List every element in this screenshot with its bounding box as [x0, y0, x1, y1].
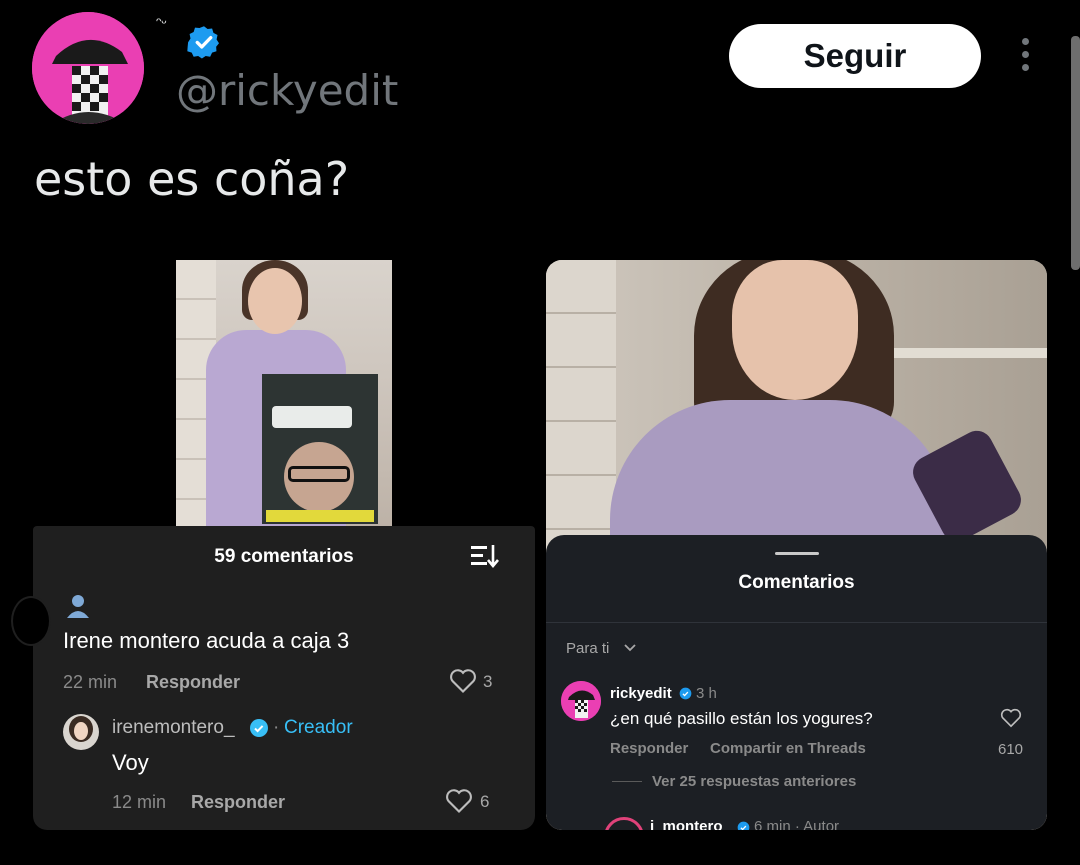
- like-count: 6: [480, 792, 490, 811]
- author-avatar[interactable]: [32, 12, 144, 124]
- verified-badge-icon: [679, 687, 692, 700]
- author-display-name[interactable]: ᵔᵕ: [156, 14, 167, 30]
- share-threads-button[interactable]: Compartir en Threads: [710, 740, 866, 757]
- comment-username[interactable]: irenemontero_: [112, 717, 235, 739]
- media-right-image[interactable]: Comentarios Para ti rickyedit 3 h ¿en qu…: [546, 260, 1047, 830]
- thread-line: [612, 781, 642, 782]
- comment-time: 22 min: [63, 672, 118, 692]
- sort-dropdown[interactable]: Para ti: [566, 640, 609, 657]
- comment-username[interactable]: rickyedit: [610, 685, 672, 702]
- comment-text: Voy: [112, 750, 149, 775]
- heart-icon[interactable]: [449, 668, 477, 694]
- reply-button[interactable]: Responder: [146, 672, 240, 693]
- like-count: 610: [998, 741, 1024, 758]
- comment-text: ¿en qué pasillo están los yogures?: [610, 709, 873, 728]
- verified-badge-icon: [187, 26, 219, 59]
- more-options-icon[interactable]: [1012, 38, 1038, 76]
- chevron-down-icon[interactable]: [623, 642, 637, 654]
- author-handle[interactable]: @rickyedit: [176, 66, 398, 115]
- creator-tag: Creador: [284, 717, 353, 738]
- avatar[interactable]: [561, 681, 601, 721]
- comments-panel-left: 59 comentarios Irene montero acuda a caj…: [11, 526, 535, 830]
- verified-badge-icon: [250, 719, 268, 737]
- anonymous-user-icon: [67, 595, 89, 618]
- view-previous-replies-button[interactable]: Ver 25 respuestas anteriores: [652, 773, 856, 790]
- avatar[interactable]: [63, 714, 99, 750]
- reply-button[interactable]: Responder: [191, 792, 285, 813]
- comment-meta: 6 min · Autor: [754, 818, 840, 830]
- comments-count-title: 59 comentarios: [214, 546, 354, 567]
- avatar[interactable]: [604, 817, 644, 830]
- video-frame-photo: [546, 260, 1047, 570]
- comment-text: Irene montero acuda a caja 3: [63, 628, 350, 653]
- heart-icon[interactable]: [1000, 708, 1022, 728]
- comment-username[interactable]: i_montero: [650, 818, 723, 830]
- reply-button[interactable]: Responder: [610, 740, 688, 757]
- sort-icon[interactable]: [469, 542, 499, 570]
- follow-button[interactable]: Seguir: [729, 24, 981, 88]
- scrollbar[interactable]: [1071, 36, 1080, 270]
- drag-handle[interactable]: [775, 552, 819, 555]
- comment-time: 3 h: [696, 685, 717, 702]
- comments-panel-right: Comentarios Para ti rickyedit 3 h ¿en qu…: [546, 535, 1047, 830]
- inset-video-photo: [262, 374, 378, 524]
- tweet-text: esto es coña?: [34, 152, 350, 206]
- like-count: 3: [483, 672, 493, 691]
- video-frame-photo: [176, 260, 392, 528]
- verified-badge-icon: [737, 821, 750, 830]
- comment-time: 12 min: [112, 792, 167, 812]
- divider: [546, 622, 1047, 623]
- media-left-image[interactable]: 59 comentarios Irene montero acuda a caj…: [11, 260, 535, 830]
- separator-dot: ·: [273, 717, 280, 738]
- comments-title: Comentarios: [738, 572, 855, 593]
- edge-circle: [11, 596, 51, 646]
- heart-icon[interactable]: [445, 788, 473, 814]
